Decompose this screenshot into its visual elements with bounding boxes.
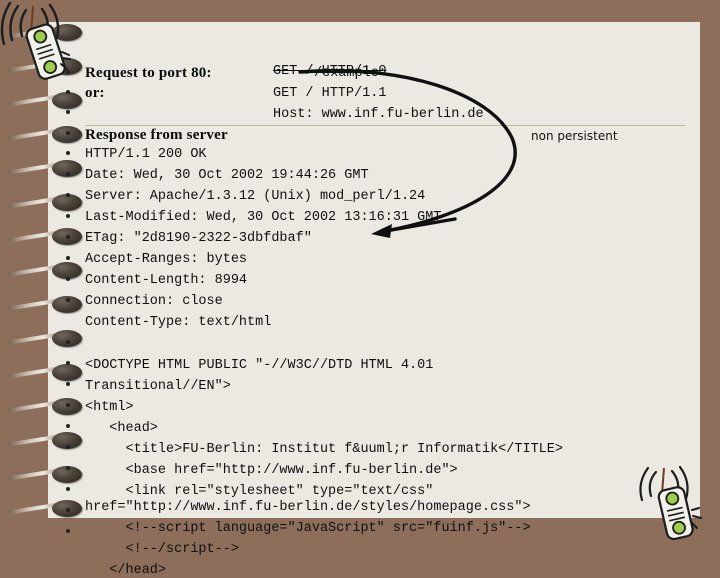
list-bullet [66,508,70,512]
list-bullet [66,151,70,155]
body-html-line: <base href="http://www.inf.fu-berlin.de"… [85,463,458,478]
list-bullet [66,298,70,302]
list-bullet [66,403,70,407]
list-bullet [66,277,70,281]
request-line-1-overlay: /example [314,66,379,81]
list-bullet [66,487,70,491]
response-line: Accept-Ranges: bytes [85,252,248,267]
response-heading: Response from server [85,127,228,143]
body-html-line: Transitional//EN"> [85,379,231,394]
request-heading: Request to port 80: [85,65,212,81]
list-bullet [66,382,70,386]
response-line: Content-Length: 8994 [85,273,248,288]
body-html-line: <head> [85,421,158,436]
list-bullet [66,70,70,74]
list-bullet [66,110,70,114]
body-html-line: href="http://www.inf.fu-berlin.de/styles… [85,500,531,515]
list-bullet [66,361,70,365]
response-line: Content-Type: text/html [85,315,272,330]
list-bullet [66,90,70,94]
body-html-line: <!--/script--> [85,542,239,557]
body-html-line: </head> [85,563,167,578]
non-persistent-annotation: non persistent [531,129,618,143]
response-line: Connection: close [85,294,223,309]
list-bullet [66,172,70,176]
list-bullet [66,131,70,135]
list-bullet [66,466,70,470]
request-line-2: GET / HTTP/1.1 [273,86,387,101]
response-line: Date: Wed, 30 Oct 2002 19:44:26 GMT [85,168,369,183]
request-line-3: Host: www.inf.fu-berlin.de [273,107,484,122]
list-bullet [66,193,70,197]
response-line: HTTP/1.1 200 OK [85,147,207,162]
request-or-label: or: [85,85,105,101]
response-line: Server: Apache/1.3.12 (Unix) mod_perl/1.… [85,189,426,204]
list-bullet [66,256,70,260]
list-bullet [66,529,70,533]
response-line: ETag: "2d8190-2322-3dbfdbaf" [85,231,312,246]
list-bullet [66,424,70,428]
body-html-line: <link rel="stylesheet" type="text/css" [85,484,434,499]
body-html-line: <title>FU-Berlin: Institut f&uuml;r Info… [85,442,563,457]
body-html-line: <html> [85,400,134,415]
body-html-line: <!--script language="JavaScript" src="fu… [85,521,531,536]
list-bullet [66,340,70,344]
response-line: Last-Modified: Wed, 30 Oct 2002 13:16:31… [85,210,442,225]
body-html-line: <DOCTYPE HTML PUBLIC "-//W3C//DTD HTML 4… [85,358,434,373]
list-bullet [66,235,70,239]
list-bullet [66,445,70,449]
list-bullet [66,214,70,218]
